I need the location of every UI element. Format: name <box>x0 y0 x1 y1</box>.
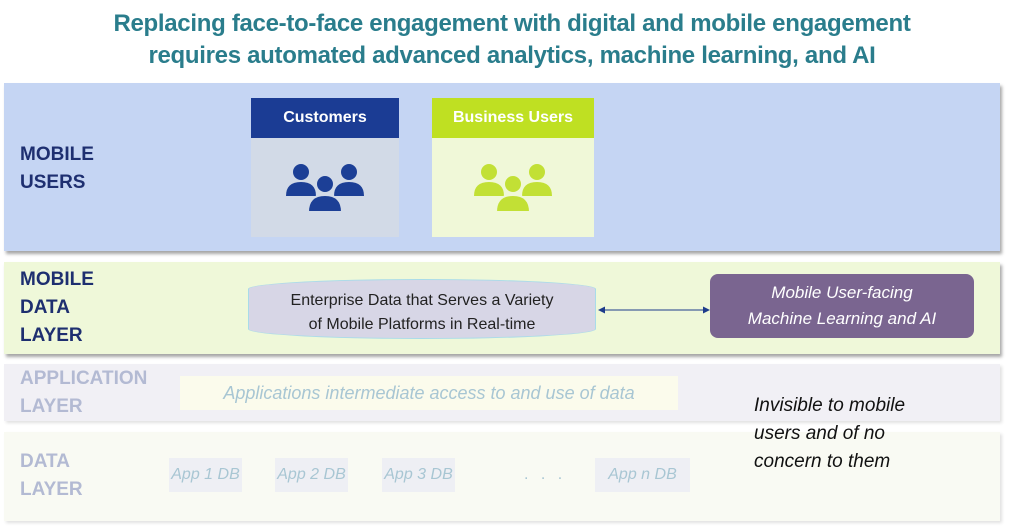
note-line: Invisible to mobile <box>754 395 906 416</box>
note-line: users and of no <box>754 423 885 444</box>
invisible-note: Invisible to mobile users and of no conc… <box>754 392 905 476</box>
ml-text: Mobile User-facing <box>771 283 913 302</box>
label-line: DATA <box>20 297 70 318</box>
note-line: concern to them <box>754 451 891 472</box>
ellipsis: . . . <box>524 466 567 483</box>
people-group-icon <box>474 163 552 213</box>
ml-text: Machine Learning and AI <box>747 309 937 328</box>
label-line: APPLICATION <box>20 368 148 389</box>
title-line-1: Replacing face-to-face engagement with d… <box>113 10 911 37</box>
title-line-2: requires automated advanced analytics, m… <box>148 42 876 69</box>
database-text: of Mobile Platforms in Real-time <box>308 316 536 333</box>
label-line: MOBILE <box>20 269 94 290</box>
mobile-data-layer: MOBILE DATA LAYER Enterprise Data that S… <box>4 262 1000 354</box>
app-db-box: App 3 DB <box>382 458 455 492</box>
diagram-title: Replacing face-to-face engagement with d… <box>0 8 1024 72</box>
business-users-card: Business Users <box>432 98 594 237</box>
label-line: LAYER <box>20 396 83 417</box>
enterprise-data-cylinder: Enterprise Data that Serves a Variety of… <box>248 279 596 339</box>
app-db-box: App 1 DB <box>169 458 242 492</box>
app-db-box: App 2 DB <box>275 458 348 492</box>
label-line: USERS <box>20 172 86 193</box>
label-line: LAYER <box>20 325 83 346</box>
ml-ai-box: Mobile User-facing Machine Learning and … <box>710 274 974 338</box>
label-line: DATA <box>20 451 70 472</box>
application-description: Applications intermediate access to and … <box>180 376 678 410</box>
database-text: Enterprise Data that Serves a Variety <box>290 292 554 309</box>
data-layer-label: DATA LAYER <box>20 448 83 504</box>
mobile-users-layer: MOBILE USERS Customers Business Users <box>4 83 1000 251</box>
mobile-users-label: MOBILE USERS <box>20 141 94 197</box>
bidirectional-arrow-icon <box>598 306 710 314</box>
business-users-card-header: Business Users <box>432 98 594 138</box>
application-layer-label: APPLICATION LAYER <box>20 365 147 421</box>
label-line: MOBILE <box>20 144 94 165</box>
mobile-data-label: MOBILE DATA LAYER <box>20 266 94 350</box>
label-line: LAYER <box>20 479 83 500</box>
customers-card: Customers <box>251 98 399 237</box>
app-db-box: App n DB <box>595 458 690 492</box>
customers-card-header: Customers <box>251 98 399 138</box>
people-group-icon <box>286 163 364 213</box>
